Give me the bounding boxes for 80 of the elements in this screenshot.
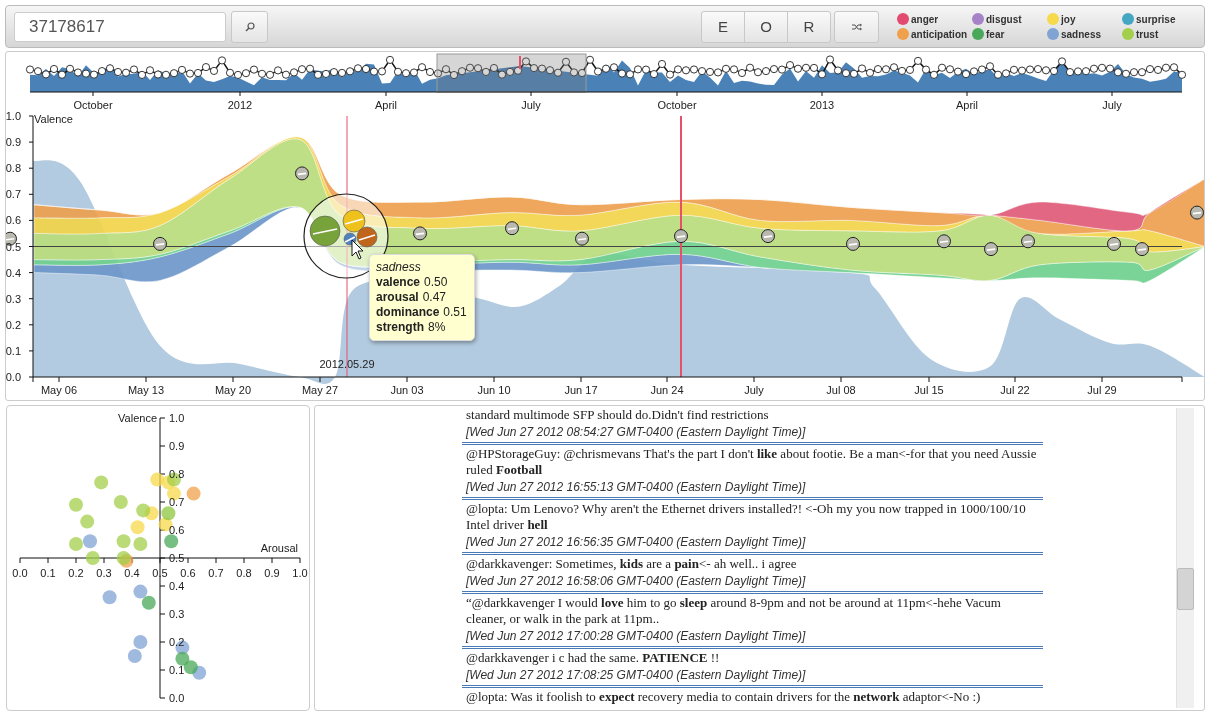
axis-label: 0.5 <box>169 552 185 564</box>
tooltip-label: arousal <box>376 290 419 304</box>
axis-label: Jul 15 <box>914 384 944 396</box>
axis-label: 0.0 <box>12 567 28 579</box>
axis-label: 1.0 <box>169 412 185 424</box>
axis-label: 0.7 <box>6 188 21 201</box>
axis-label: July <box>1102 99 1122 111</box>
tooltip-value: 8% <box>428 320 446 334</box>
axis-label: 0.2 <box>169 636 185 648</box>
axis-label: 0.6 <box>180 567 196 579</box>
tooltip-label: dominance <box>376 305 440 319</box>
tweet-text: @HPStorageGuy: @chrismevans That's the part I don't like about footie. Be a man<-for that you need Aussie ruled Football <box>466 446 1038 478</box>
tweet-time: [Wed Jun 27 2012 16:55:13 GMT-0400 (Eastern Daylight Time)] <box>466 479 807 495</box>
axis-label: 0.7 <box>169 496 185 508</box>
axis-label: 0.6 <box>6 214 21 227</box>
axis-label: 0.3 <box>169 608 185 620</box>
axis-label: July <box>744 384 764 396</box>
axis-label: 0.0 <box>6 371 21 383</box>
axis-label: 0.6 <box>169 524 185 536</box>
tweet-text: @lopta: Was it foolish to expect recovery media to contain drivers for the network adaptor<-No :) <box>466 689 982 705</box>
axis-label: Jun 17 <box>564 384 598 396</box>
axis-label: 0.3 <box>6 292 21 305</box>
tweet-time: [Wed Jun 27 2012 16:56:35 GMT-0400 (Eastern Daylight Time)] <box>466 534 807 550</box>
axis-title: Valence <box>34 113 73 125</box>
tooltip-label: valence <box>376 275 421 289</box>
axis-label: 0.9 <box>6 136 21 149</box>
axis-label: April <box>956 99 978 111</box>
axis-label: 0.8 <box>169 468 185 480</box>
axis-label: Jun 03 <box>390 384 424 396</box>
axis-label: 0.4 <box>169 580 185 592</box>
axis-label: May 27 <box>301 384 339 396</box>
tweet-time: [Wed Jun 27 2012 17:00:28 GMT-0400 (Eastern Daylight Time)] <box>466 628 807 644</box>
tooltip-value: 0.47 <box>422 290 447 304</box>
axis-label: 0.5 <box>6 240 21 253</box>
axis-label: 0.1 <box>169 664 185 676</box>
tweet-time: [Wed Jun 27 2012 17:08:25 GMT-0400 (Eastern Daylight Time)] <box>466 667 807 683</box>
tweet-text: standard multimode SFP should do.Didn't find restrictions <box>466 407 770 423</box>
axis-label: 0.4 <box>6 266 21 279</box>
axis-label: 0.0 <box>169 692 185 704</box>
tooltip-value: 0.51 <box>443 305 467 319</box>
tweet-text: @darkkavenger: Sometimes, kids are a pain<- ah well.. i agree <box>466 556 798 572</box>
tooltip-value: 0.50 <box>424 275 448 289</box>
axis-label: 2012 <box>227 99 253 111</box>
axis-label: 2013 <box>809 99 835 111</box>
axis-label: Jul 08 <box>826 384 856 396</box>
axis-label: May 13 <box>127 384 165 396</box>
tweet-text: @lopta: Um Lenovo? Why aren't the Ethernet drivers installed?! <-Oh my you now trapped in 1000/100/10 Intel driver hell <box>466 501 1027 533</box>
tweet-time: [Wed Jun 27 2012 08:54:27 GMT-0400 (Eastern Daylight Time)] <box>466 424 807 440</box>
axis-label: October <box>657 99 697 111</box>
axis-label: 1.0 <box>292 567 308 579</box>
axis-label: 0.2 <box>68 567 84 579</box>
tweet-time: [Wed Jun 27 2012 16:58:06 GMT-0400 (Eastern Daylight Time)] <box>466 573 807 589</box>
axis-label: 0.1 <box>40 567 56 579</box>
axis-label: 0.4 <box>124 567 140 579</box>
axis-label: May 06 <box>40 384 78 396</box>
axis-label: October <box>73 99 113 111</box>
axis-label: 0.7 <box>208 567 224 579</box>
axis-label: 0.8 <box>236 567 252 579</box>
axis-title: Arousal <box>260 542 298 554</box>
axis-title: Valence <box>118 412 157 424</box>
axis-label: April <box>375 99 397 111</box>
axis-label: Jun 24 <box>650 384 684 396</box>
tooltip-title: sadness <box>376 260 422 275</box>
axis-label: 1.0 <box>6 110 21 122</box>
axis-label: Jul 22 <box>1000 384 1030 396</box>
axis-label: Jun 10 <box>477 384 511 396</box>
axis-label: 0.1 <box>6 344 21 357</box>
axis-label: 0.8 <box>6 162 21 175</box>
axis-label: 0.9 <box>264 567 280 579</box>
axis-label: July <box>521 99 541 111</box>
tweet-text: @darkkavenger i c had the same. PATIENCE !! <box>466 650 721 666</box>
axis-label: Jul 29 <box>1087 384 1117 396</box>
tooltip-label: strength <box>376 320 424 334</box>
marker-label: 2012.05.29 <box>319 358 375 370</box>
axis-label: 0.3 <box>96 567 112 579</box>
tweet-text: “@darkkavenger I would love him to go sleep around 8-9pm and not be around at 11pm<-hehe Vacum cleaner, or walk in the park at 11pm.. <box>466 595 1002 627</box>
axis-label: 0.2 <box>6 318 21 331</box>
axis-label: 0.5 <box>152 567 168 579</box>
axis-label: May 20 <box>214 384 252 396</box>
axis-label: 0.9 <box>169 440 185 452</box>
